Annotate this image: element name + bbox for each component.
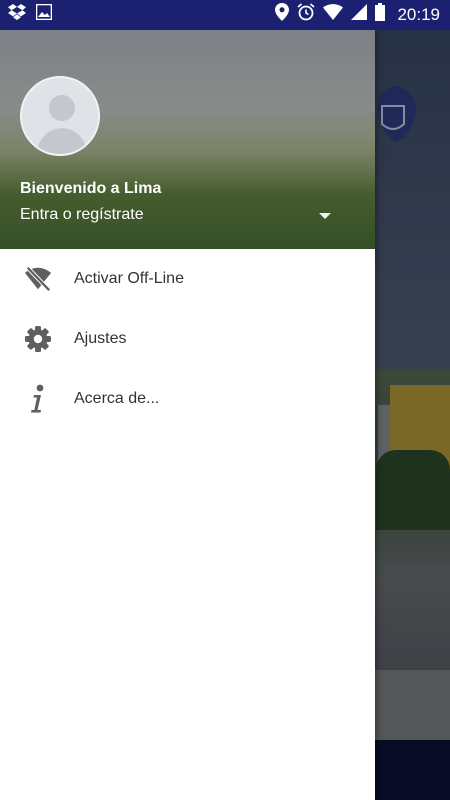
alarm-icon	[297, 3, 316, 26]
signal-icon	[351, 4, 368, 25]
wifi-icon	[323, 4, 344, 25]
arrow-drop-down-icon[interactable]	[316, 210, 334, 222]
location-icon	[275, 3, 290, 26]
welcome-title: Bienvenido a Lima	[20, 180, 162, 197]
battery-icon	[375, 3, 386, 26]
drawer-header: Bienvenido a Lima Entra o regístrate	[0, 30, 375, 249]
menu-item-label: Activar Off-Line	[74, 270, 184, 287]
settings-gear-icon	[24, 325, 52, 353]
menu-item-settings[interactable]: Ajustes	[0, 309, 375, 369]
drawer-menu: Activar Off-Line Ajustes Acerca de...	[0, 249, 375, 429]
status-time: 20:19	[397, 4, 440, 24]
menu-item-label: Ajustes	[74, 330, 127, 347]
navigation-drawer: Bienvenido a Lima Entra o regístrate Act…	[0, 30, 375, 800]
status-bar: 20:19	[0, 0, 450, 30]
dropbox-icon	[8, 4, 26, 25]
person-placeholder-icon	[22, 78, 98, 154]
menu-item-label: Acerca de...	[74, 390, 160, 407]
login-register-link[interactable]: Entra o regístrate	[20, 206, 144, 224]
image-icon	[35, 3, 53, 25]
wifi-off-icon	[24, 265, 52, 293]
menu-item-about[interactable]: Acerca de...	[0, 369, 375, 429]
avatar[interactable]	[20, 76, 100, 156]
menu-item-offline[interactable]: Activar Off-Line	[0, 249, 375, 309]
info-icon	[24, 384, 52, 413]
